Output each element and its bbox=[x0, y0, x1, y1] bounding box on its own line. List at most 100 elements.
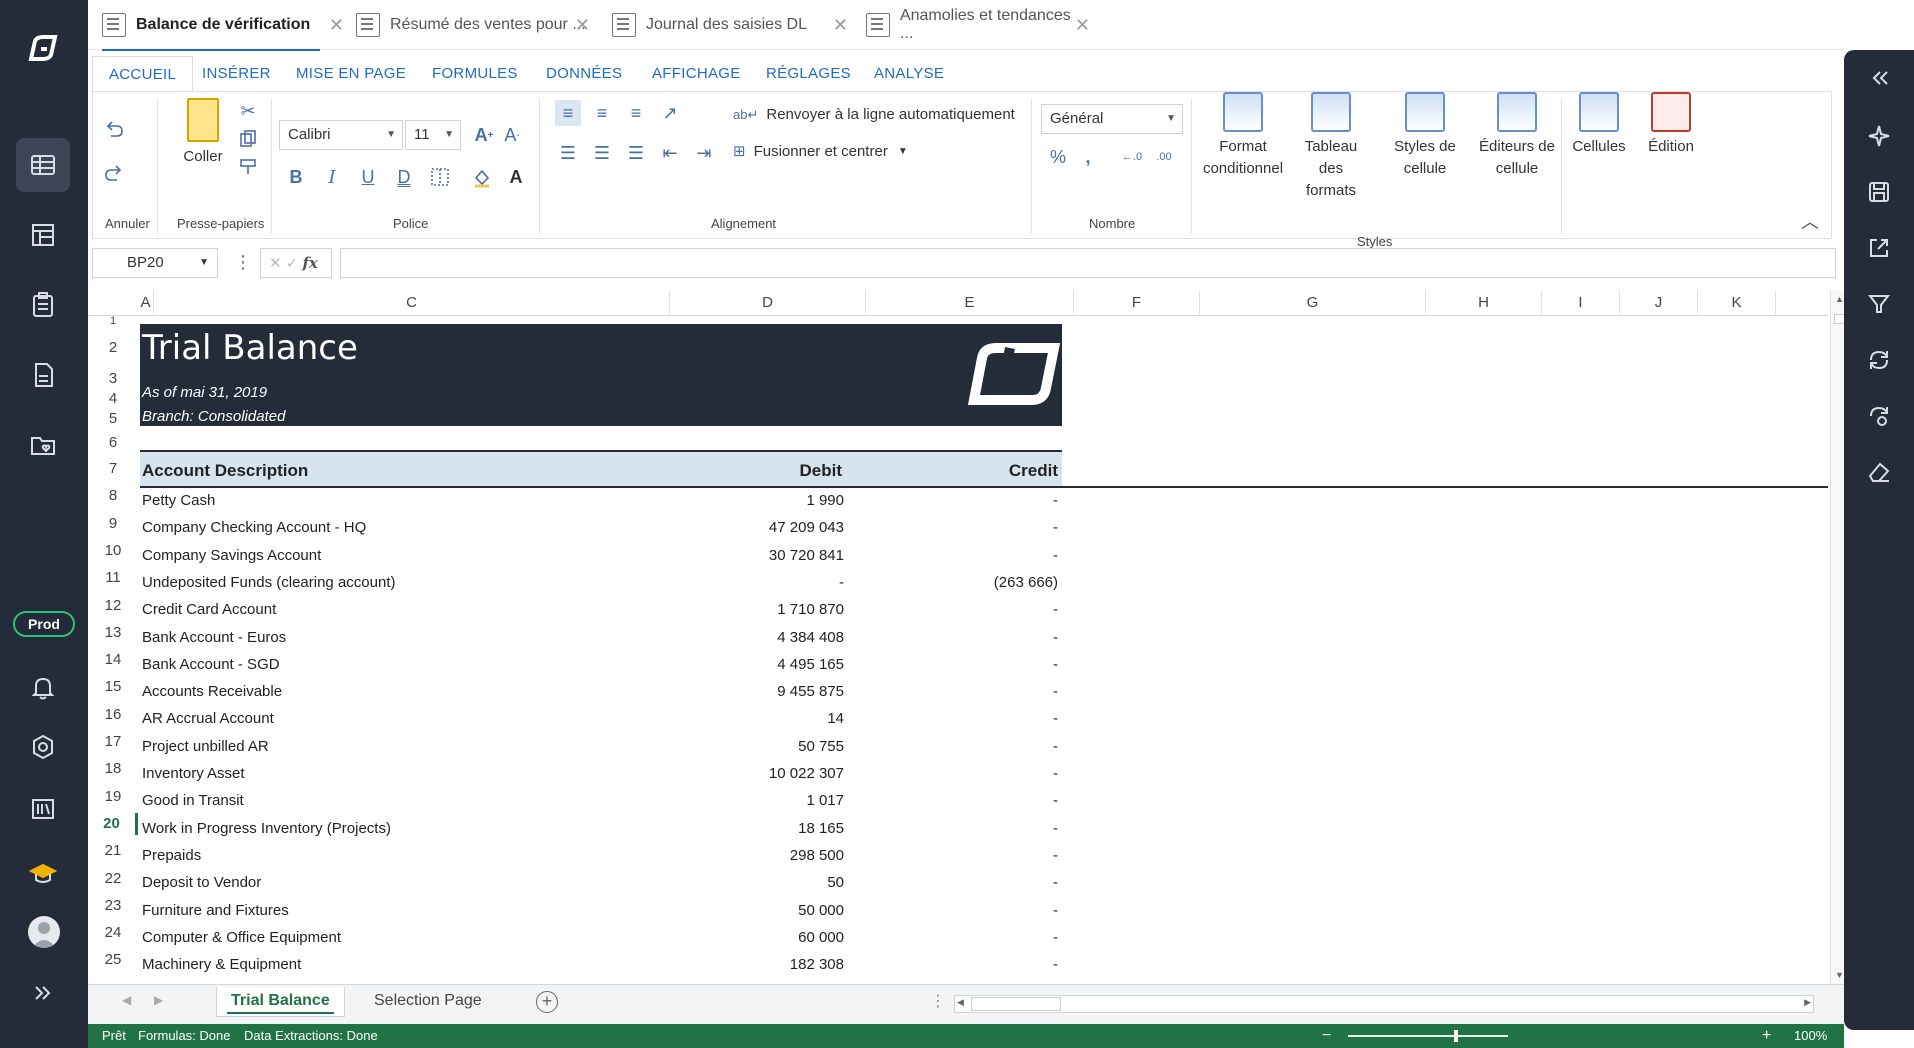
row-header[interactable]: 25 bbox=[88, 949, 138, 971]
credit-cell[interactable]: - bbox=[1053, 792, 1058, 809]
borders-icon[interactable] bbox=[427, 164, 453, 190]
account-description-cell[interactable]: Petty Cash bbox=[142, 492, 215, 509]
credit-cell[interactable]: - bbox=[1053, 710, 1058, 727]
column-header-i[interactable]: I bbox=[1542, 290, 1620, 316]
horizontal-scroll-thumb[interactable] bbox=[971, 997, 1061, 1011]
row-header[interactable]: 10 bbox=[88, 540, 138, 562]
table-row[interactable]: Company Checking Account - HQ 47 209 043 - bbox=[140, 515, 1062, 542]
row-header[interactable]: 21 bbox=[88, 840, 138, 862]
align-left-icon[interactable]: ☰ bbox=[555, 140, 581, 166]
account-description-cell[interactable]: Deposit to Vendor bbox=[142, 874, 261, 891]
collapse-ribbon-chevron-icon[interactable]: ︿ bbox=[1797, 208, 1823, 234]
align-right-icon[interactable]: ☰ bbox=[623, 140, 649, 166]
save-icon[interactable] bbox=[1861, 174, 1897, 210]
ribbon-tab-analyse[interactable]: ANALYSE bbox=[874, 56, 944, 92]
table-row[interactable]: Work in Progress Inventory (Projects) 18 … bbox=[140, 816, 1062, 843]
table-row[interactable]: Project unbilled AR 50 755 - bbox=[140, 734, 1062, 761]
table-row[interactable]: Machinery & Equipment 182 308 - bbox=[140, 952, 1062, 979]
account-description-cell[interactable]: AR Accrual Account bbox=[142, 710, 274, 727]
row-header[interactable]: 16 bbox=[88, 704, 138, 726]
credit-cell[interactable]: - bbox=[1053, 874, 1058, 891]
account-description-cell[interactable]: Undeposited Funds (clearing account) bbox=[142, 574, 395, 591]
debit-cell[interactable]: 60 000 bbox=[798, 929, 844, 946]
column-header-h[interactable]: H bbox=[1426, 290, 1542, 316]
row-header[interactable]: 24 bbox=[88, 922, 138, 944]
align-bottom-icon[interactable]: ≡ bbox=[623, 100, 649, 126]
row-header[interactable]: 22 bbox=[88, 868, 138, 890]
zoom-in-icon[interactable]: + bbox=[1762, 1024, 1771, 1048]
account-description-cell[interactable]: Company Checking Account - HQ bbox=[142, 519, 366, 536]
fill-color-icon[interactable] bbox=[469, 164, 495, 190]
nav-favorites-folder-icon[interactable] bbox=[16, 418, 70, 472]
sheet-tab-trial-balance[interactable]: Trial Balance bbox=[216, 987, 345, 1017]
conditional-format-button[interactable]: Format conditionnel bbox=[1195, 92, 1291, 180]
zoom-slider[interactable] bbox=[1348, 1035, 1508, 1037]
expand-nav-chevrons-icon[interactable] bbox=[16, 966, 70, 1020]
collapse-panel-chevrons-icon[interactable] bbox=[1861, 60, 1897, 96]
nav-workbook-icon[interactable] bbox=[16, 138, 70, 192]
comma-style-icon[interactable]: , bbox=[1075, 144, 1101, 170]
academy-cap-icon[interactable] bbox=[16, 846, 70, 900]
debit-cell[interactable]: 4 495 165 bbox=[777, 656, 844, 673]
table-row[interactable]: Undeposited Funds (clearing account) - (26… bbox=[140, 570, 1062, 597]
font-name-dropdown[interactable]: Calibri ▼ bbox=[279, 120, 403, 150]
row-header[interactable]: 17 bbox=[88, 731, 138, 753]
account-description-cell[interactable]: Credit Card Account bbox=[142, 601, 276, 618]
library-icon[interactable] bbox=[16, 782, 70, 836]
account-description-cell[interactable]: Inventory Asset bbox=[142, 765, 245, 782]
cut-scissors-icon[interactable]: ✂ bbox=[235, 98, 261, 124]
account-description-cell[interactable]: Prepaids bbox=[142, 847, 201, 864]
row-header[interactable]: 23 bbox=[88, 895, 138, 917]
row-header[interactable]: 9 bbox=[88, 513, 138, 535]
tab-split-handle[interactable]: ⋮ bbox=[930, 991, 946, 1011]
export-icon[interactable] bbox=[1861, 230, 1897, 266]
column-header-d[interactable]: D bbox=[670, 290, 866, 316]
zoom-out-icon[interactable]: − bbox=[1322, 1024, 1331, 1048]
credit-cell[interactable]: - bbox=[1053, 929, 1058, 946]
close-tab-icon[interactable]: ✕ bbox=[833, 15, 848, 36]
table-row[interactable]: Company Savings Account 30 720 841 - bbox=[140, 543, 1062, 570]
table-row[interactable]: Prepaids 298 500 - bbox=[140, 843, 1062, 870]
doc-tab-balance-verification[interactable]: Balance de vérification ✕ bbox=[102, 8, 344, 51]
increase-font-icon[interactable]: A + bbox=[471, 122, 497, 148]
row-header[interactable]: 12 bbox=[88, 595, 138, 617]
debit-cell[interactable]: 50 000 bbox=[798, 902, 844, 919]
align-top-icon[interactable]: ≡ bbox=[555, 100, 581, 126]
table-row[interactable]: Credit Card Account 1 710 870 - bbox=[140, 597, 1062, 624]
paste-button[interactable]: Coller bbox=[173, 98, 233, 168]
formula-input[interactable] bbox=[340, 248, 1836, 278]
row-header[interactable]: 6 bbox=[88, 430, 138, 452]
settings-gear-icon[interactable] bbox=[16, 720, 70, 774]
column-header-k[interactable]: K bbox=[1698, 290, 1776, 316]
ribbon-tab-mise-en-page[interactable]: MISE EN PAGE bbox=[296, 56, 406, 92]
decrease-decimal-icon[interactable]: .00 bbox=[1151, 144, 1177, 170]
row-header[interactable]: 5 bbox=[88, 408, 138, 430]
column-header-a[interactable]: A bbox=[138, 290, 154, 316]
close-tab-icon[interactable]: ✕ bbox=[575, 15, 590, 36]
doc-tab-anomalies[interactable]: Anamolies et tendances ... ✕ bbox=[866, 7, 1090, 42]
nav-finance-doc-icon[interactable] bbox=[16, 348, 70, 402]
debit-cell[interactable]: 298 500 bbox=[790, 847, 844, 864]
credit-cell[interactable]: - bbox=[1053, 765, 1058, 782]
bold-icon[interactable]: B bbox=[283, 164, 309, 190]
debit-cell[interactable]: 47 209 043 bbox=[769, 519, 844, 536]
double-underline-icon[interactable]: D bbox=[391, 164, 417, 190]
close-tab-icon[interactable]: ✕ bbox=[1075, 15, 1090, 36]
formula-actions[interactable]: ✕ ✓ fx bbox=[260, 248, 332, 278]
number-format-dropdown[interactable]: Général ▼ bbox=[1041, 104, 1183, 134]
table-row[interactable]: Computer & Office Equipment 60 000 - bbox=[140, 925, 1062, 952]
debit-cell[interactable]: 1 710 870 bbox=[777, 601, 844, 618]
table-row[interactable]: Bank Account - Euros 4 384 408 - bbox=[140, 625, 1062, 652]
wrap-text-button[interactable]: ab↵ Renvoyer à la ligne automatiquement bbox=[733, 106, 1015, 123]
credit-cell[interactable]: - bbox=[1053, 683, 1058, 700]
eraser-icon[interactable] bbox=[1861, 454, 1897, 490]
font-size-dropdown[interactable]: 11 ▼ bbox=[405, 120, 461, 150]
refresh-icon[interactable] bbox=[1861, 342, 1897, 378]
copy-icon[interactable] bbox=[235, 126, 261, 152]
column-header-e[interactable]: E bbox=[866, 290, 1074, 316]
format-table-button[interactable]: Tableau des formats bbox=[1299, 92, 1363, 202]
notifications-bell-icon[interactable] bbox=[16, 660, 70, 714]
credit-cell[interactable]: - bbox=[1053, 847, 1058, 864]
row-header[interactable]: 1 bbox=[88, 316, 138, 327]
add-sheet-icon[interactable]: + bbox=[536, 991, 558, 1013]
